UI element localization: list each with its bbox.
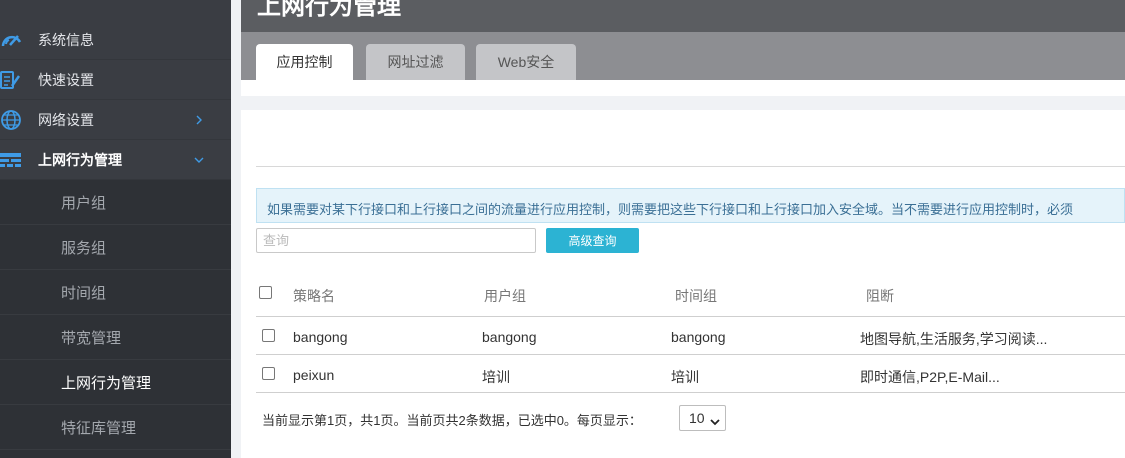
chevron-right-icon: [192, 113, 206, 127]
submenu-item-internet-behavior[interactable]: 上网行为管理: [0, 360, 231, 405]
page-header: 上网行为管理: [241, 0, 1125, 32]
sidebar-item-quick-setup[interactable]: 快速设置: [0, 60, 231, 100]
column-header-user-group[interactable]: 用户组: [484, 286, 526, 306]
wall-icon: [0, 140, 26, 180]
sidebar-item-label: 上网行为管理: [38, 151, 122, 168]
info-notice: 如果需要对某下行接口和上行接口之间的流量进行应用控制，则需要把这些下行接口和上行…: [256, 188, 1125, 223]
chevron-down-icon: [192, 153, 206, 167]
page-size-value: 10: [689, 410, 705, 426]
tab-url-filter[interactable]: 网址过滤: [366, 44, 465, 80]
submenu-item-service-group[interactable]: 服务组: [0, 225, 231, 270]
sidebar: 系统信息 快速设置 网络设置 上网行为管理 用户组 服务组 时间组 带宽管理 上…: [0, 0, 231, 458]
submenu-item-label: 上网行为管理: [61, 374, 152, 392]
cell-time-group: 培训: [671, 369, 699, 385]
sidebar-submenu: 用户组 服务组 时间组 带宽管理 上网行为管理 特征库管理: [0, 180, 231, 458]
tab-label: 网址过滤: [387, 54, 444, 70]
tab-content-strip: [241, 80, 1125, 96]
cell-policy-name: bangong: [293, 329, 348, 345]
row-checkbox[interactable]: [262, 367, 275, 380]
cell-user-group: 培训: [482, 369, 510, 385]
submenu-item-label: 特征库管理: [61, 419, 137, 437]
submenu-item-time-group[interactable]: 时间组: [0, 270, 231, 315]
submenu-item-label: 时间组: [61, 284, 107, 302]
globe-icon: [0, 100, 26, 140]
tab-label: Web安全: [497, 54, 555, 70]
column-header-block[interactable]: 阻断: [866, 286, 894, 306]
sidebar-item-network-settings[interactable]: 网络设置: [0, 100, 231, 140]
table-row[interactable]: bangong bangong bangong 地图导航,生活服务,学习阅读..…: [256, 317, 1125, 355]
cell-user-group: bangong: [482, 329, 537, 345]
submenu-item-label: 用户组: [61, 194, 107, 212]
sidebar-item-system-info[interactable]: 系统信息: [0, 20, 231, 60]
cell-time-group: bangong: [671, 329, 726, 345]
search-input[interactable]: [256, 228, 536, 253]
tab-bar: 应用控制 网址过滤 Web安全: [241, 32, 1125, 80]
divider: [256, 166, 1125, 167]
sidebar-item-label: 网络设置: [38, 111, 94, 128]
submenu-item-user-group[interactable]: 用户组: [0, 180, 231, 225]
table-header: 策略名 用户组 时间组 阻断: [256, 276, 1125, 317]
submenu-item-bandwidth[interactable]: 带宽管理: [0, 315, 231, 360]
select-all-checkbox[interactable]: [259, 286, 272, 299]
row-checkbox[interactable]: [262, 329, 275, 342]
chevron-down-icon: [710, 414, 720, 426]
tab-label: 应用控制: [276, 54, 333, 70]
advanced-search-button[interactable]: 高级查询: [546, 228, 639, 253]
column-header-policy-name[interactable]: 策略名: [293, 286, 335, 306]
table-row[interactable]: peixun 培训 培训 即时通信,P2P,E-Mail...: [256, 355, 1125, 393]
cell-block: 即时通信,P2P,E-Mail...: [860, 369, 1000, 385]
page-size-select[interactable]: 10: [679, 405, 726, 431]
submenu-item-label: 带宽管理: [61, 329, 122, 347]
cell-policy-name: peixun: [293, 367, 335, 383]
column-header-time-group[interactable]: 时间组: [675, 286, 717, 306]
submenu-item-signature-db[interactable]: 特征库管理: [0, 405, 231, 450]
document-edit-icon: [0, 60, 26, 100]
sidebar-item-label: 系统信息: [38, 31, 94, 48]
sidebar-item-label: 快速设置: [38, 71, 94, 88]
pagination-info: 当前显示第1页，共1页。当前页共2条数据，已选中0。每页显示：: [262, 413, 642, 428]
cell-block: 地图导航,生活服务,学习阅读...: [860, 331, 1048, 347]
sidebar-item-internet-behavior[interactable]: 上网行为管理: [0, 140, 231, 180]
page-title: 上网行为管理: [257, 0, 401, 20]
tab-web-security[interactable]: Web安全: [476, 44, 576, 80]
speedometer-icon: [0, 20, 26, 60]
tab-app-control[interactable]: 应用控制: [256, 44, 353, 80]
submenu-item-label: 服务组: [61, 239, 107, 257]
